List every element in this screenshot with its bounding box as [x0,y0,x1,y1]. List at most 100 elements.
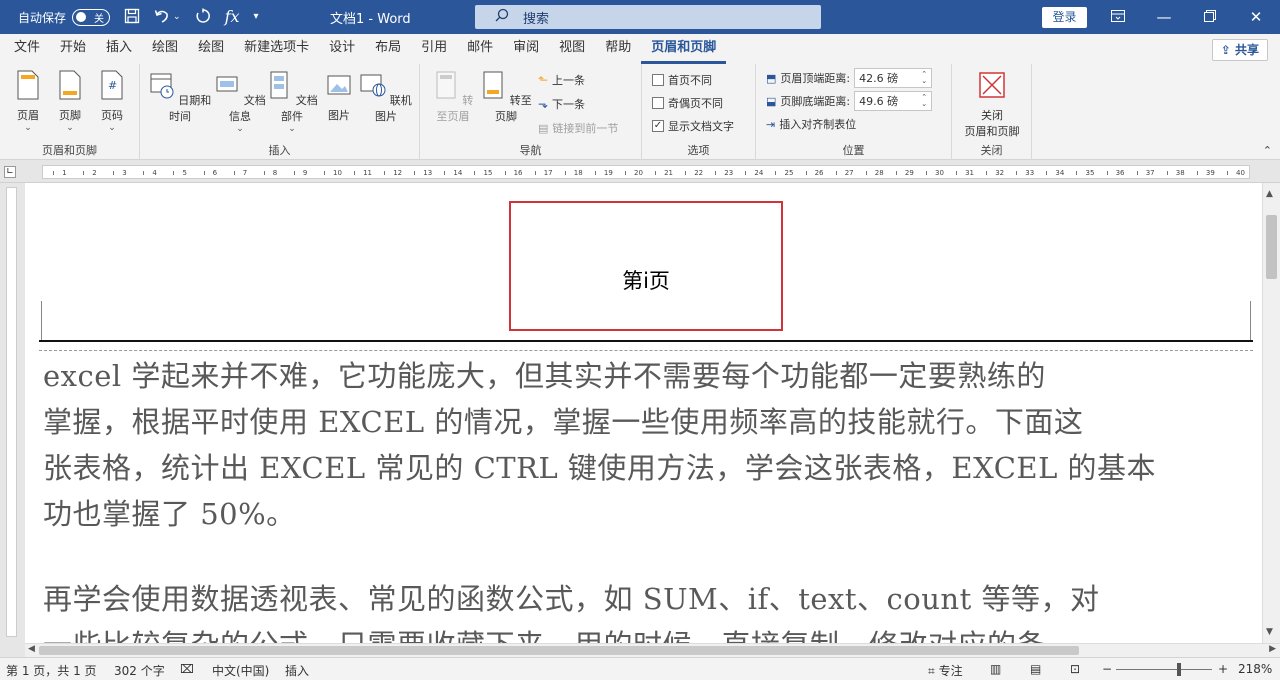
zoom-in-button[interactable]: + [1218,662,1228,676]
tab-selector[interactable]: ∟ [4,166,16,178]
redo-icon[interactable] [195,8,211,27]
spinner-icon[interactable]: ⌃ ⌄ [921,94,927,108]
save-icon[interactable] [124,8,140,27]
formula-icon[interactable]: fx [225,9,240,25]
tab-new-tab[interactable]: 新建选项卡 [234,34,319,64]
tab-layout[interactable]: 布局 [365,34,411,64]
close-icon[interactable]: ✕ [1233,0,1279,34]
quick-parts-button[interactable]: 文档部件 ⌄ [266,70,318,134]
scroll-down-icon[interactable]: ▼ [1266,627,1273,637]
scroll-right-icon[interactable]: ▶ [1269,644,1276,654]
ruler-number: 18 [573,169,583,177]
collapse-ribbon-icon[interactable]: ⌃ [1263,144,1272,157]
date-time-button[interactable]: 日期和时间 [148,70,212,124]
header-distance-input[interactable]: 42.6 磅 ⌃ ⌄ [854,68,933,88]
vertical-scrollbar[interactable]: ▲ ▼ [1262,183,1280,643]
tab-home[interactable]: 开始 [50,34,96,64]
zoom-level[interactable]: 218% [1238,662,1272,676]
horizontal-ruler[interactable]: ∟ 1 2 3 4 5 6 7 8 9 10 11 12 13 14 15 16 17 18 19 20 21 22 23 2… [0,161,1280,183]
zoom-slider[interactable] [1116,669,1212,670]
print-layout-icon[interactable]: ▤ [1030,662,1041,676]
link-to-previous-button[interactable]: ▤ 链接到前一节 [538,120,618,136]
web-layout-icon[interactable]: ⊡ [1070,662,1080,676]
close-header-footer-button[interactable]: 关闭 页眉和页脚 [958,70,1026,139]
close-button-label-2: 页眉和页脚 [964,125,1020,138]
goto-footer-icon [483,71,503,99]
signin-button[interactable]: 登录 [1042,7,1087,28]
autosave-toggle[interactable]: 关 [72,8,111,26]
body-paragraph-1[interactable]: excel 学起来并不难，它功能庞大，但其实并不需要每个功能都一定要熟练的 掌握… [43,353,1253,537]
horizontal-scrollbar[interactable]: ◀ ▶ [25,643,1280,657]
online-picture-button[interactable]: 联机图片 [360,70,412,124]
footer-button[interactable]: 页脚 ⌄ [52,70,88,133]
search-placeholder: 搜索 [523,11,550,27]
tab-view[interactable]: 视图 [549,34,595,64]
checkbox-checked-icon[interactable]: ✓ [652,120,664,132]
next-button[interactable]: ⬎ 下一条 [538,96,585,112]
ruler-tick [775,171,777,175]
undo-icon[interactable] [154,8,170,27]
ruler-number: 1 [62,169,67,177]
svg-text:#: # [108,79,117,92]
tab-help[interactable]: 帮助 [595,34,641,64]
doc-info-button[interactable]: 文档信息 ⌄ [214,70,266,134]
share-button[interactable]: ⇪ 共享 [1211,39,1268,61]
restore-icon[interactable] [1187,0,1233,34]
checkbox-icon[interactable] [652,97,664,109]
document-page[interactable]: 第i页 excel 学起来并不难，它功能庞大，但其实并不需要每个功能都一定要熟练… [25,183,1262,643]
tab-design[interactable]: 设计 [319,34,365,64]
language[interactable]: 中文(中国) [212,662,269,679]
tab-insert[interactable]: 插入 [96,34,142,64]
scroll-thumb[interactable] [1266,215,1277,279]
text-line: 功也掌握了 50%。 [43,497,296,531]
goto-header-button[interactable]: 转至页眉 [428,70,478,124]
option-different-first-page[interactable]: 首页不同 [652,72,712,88]
undo-dropdown-icon[interactable]: ⌄ [173,12,181,22]
picture-button[interactable]: 图片 [322,70,356,123]
spinner-icon[interactable]: ⌃ ⌄ [921,71,927,85]
zoom-slider-knob[interactable] [1177,663,1182,676]
header-button[interactable]: 页眉 ⌄ [10,70,46,133]
focus-button[interactable]: ⌗ 专注 [928,662,963,679]
insert-align-tab-button[interactable]: ⇥ 插入对齐制表位 [766,116,856,132]
previous-button[interactable]: ⬑ 上一条 [538,72,585,88]
customize-quick-access-icon[interactable]: ▾ [254,12,259,22]
footer-distance-input[interactable]: 49.6 磅 ⌃ ⌄ [854,91,933,111]
page-number-button[interactable]: # 页码 ⌄ [94,70,130,133]
tab-references[interactable]: 引用 [411,34,457,64]
insert-mode[interactable]: 插入 [285,662,309,679]
goto-footer-button[interactable]: 转至页脚 [480,70,532,124]
footer-distance-label: 页脚底端距离: [780,95,851,108]
tab-review[interactable]: 审阅 [503,34,549,64]
ruler-number: 22 [694,169,704,177]
tab-draw-2[interactable]: 绘图 [188,34,234,64]
option-different-odd-even[interactable]: 奇偶页不同 [652,95,723,111]
body-paragraph-2[interactable]: 再学会使用数据透视表、常见的函数公式，如 SUM、if、text、count 等… [43,576,1253,643]
ruler-number: 16 [513,169,523,177]
zoom-out-button[interactable]: − [1102,662,1112,676]
tab-draw[interactable]: 绘图 [142,34,188,64]
header-text[interactable]: 第i页 [509,265,783,295]
checkbox-icon[interactable] [652,74,664,86]
read-mode-icon[interactable]: ▥ [990,662,1001,676]
vertical-ruler[interactable] [0,183,22,643]
proofing-icon[interactable]: ⌧ [180,662,194,676]
tab-file[interactable]: 文件 [4,34,50,64]
search-box[interactable]: 搜索 [475,5,821,29]
minimize-icon[interactable]: — [1141,0,1187,34]
word-count[interactable]: 302 个字 [114,662,165,679]
ribbon-display-options-icon[interactable] [1095,0,1141,34]
scroll-up-icon[interactable]: ▲ [1266,189,1273,199]
ruler-tick [835,171,837,175]
header-distance-label: 页眉顶端距离: [780,72,851,85]
group-position: ⬒ 页眉顶端距离: 42.6 磅 ⌃ ⌄ ⬓ 页脚底端距离: 49.6 磅 ⌃ ⌄ … [756,64,952,160]
horizontal-scroll-thumb[interactable] [39,646,1079,655]
scroll-left-icon[interactable]: ◀ [28,644,35,654]
autosave-label: 自动保存 [18,10,67,25]
option-show-document-text[interactable]: ✓ 显示文档文字 [652,118,734,134]
ruler-number: 13 [423,169,433,177]
autosave-control[interactable]: 自动保存 关 [18,8,111,26]
tab-header-footer[interactable]: 页眉和页脚 [641,34,727,64]
tab-mailings[interactable]: 邮件 [457,34,503,64]
page-info[interactable]: 第 1 页，共 1 页 [6,662,97,679]
